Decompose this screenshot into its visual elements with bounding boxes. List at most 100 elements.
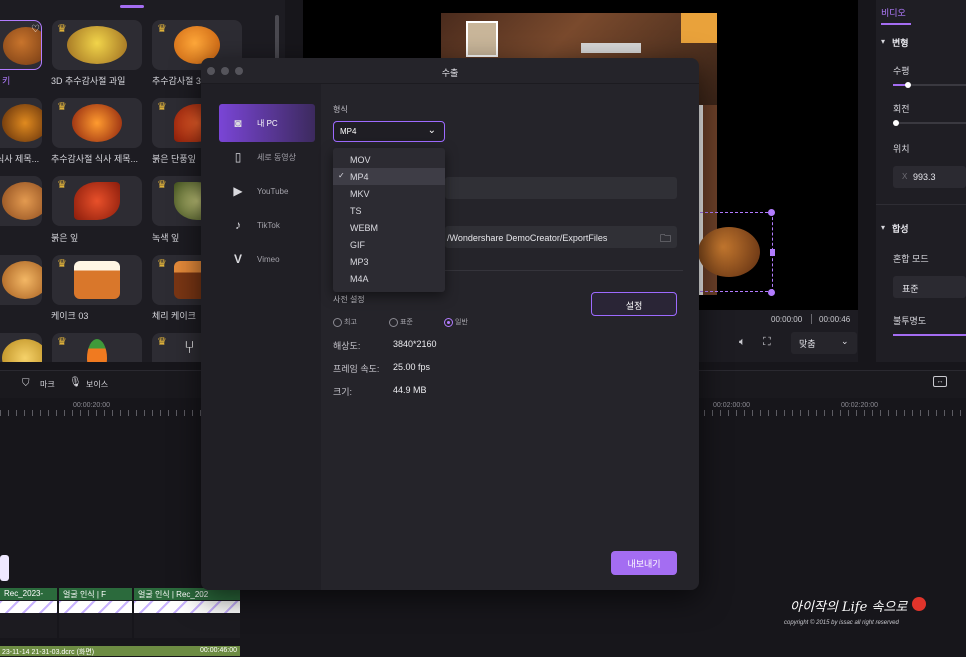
option-label: WEBM <box>350 223 378 233</box>
size-value: 44.9 MB <box>393 385 427 395</box>
resize-handle[interactable] <box>768 289 775 296</box>
mic-icon[interactable]: 🎙︎ <box>69 377 82 388</box>
destination-my-pc[interactable]: ◙ 내 PC <box>219 104 315 142</box>
asset-label: 식사 제목... <box>0 154 40 164</box>
tab-underline <box>881 23 911 25</box>
position-x-field[interactable]: X 993.3 <box>893 166 966 188</box>
format-select[interactable]: MP4 ⌄ <box>333 121 445 142</box>
asset-label: 체리 케이크 <box>152 311 196 321</box>
destination-youtube[interactable]: ▶ YouTube <box>219 172 315 210</box>
tick-label: 00:02:20:00 <box>841 402 878 409</box>
crown-icon: ♛ <box>57 179 67 191</box>
opacity-label: 불투명도 <box>893 316 927 326</box>
format-option-ts[interactable]: TS <box>333 202 445 219</box>
watermark-logo-icon <box>912 597 926 611</box>
radio-dot <box>389 317 398 327</box>
properties-panel: 비디오 ▾ 변형 수평 회전 위치 X 993.3 ▾ 합성 혼합 모드 표준 … <box>876 0 966 362</box>
clip[interactable]: Rec_2023- <box>0 588 57 638</box>
horizontal-slider[interactable] <box>893 82 966 88</box>
format-option-gif[interactable]: GIF <box>333 236 445 253</box>
position-label: 위치 <box>893 144 910 154</box>
video-track[interactable]: Rec_2023- 얼굴 인식 | F 얼굴 인식 | Rec_202 <box>0 588 240 640</box>
preset-standard-radio[interactable]: 표준 <box>389 317 413 327</box>
tab-video[interactable]: 비디오 <box>881 6 906 19</box>
resize-handle[interactable] <box>768 209 775 216</box>
option-label: MP4 <box>350 172 369 182</box>
clip[interactable]: 얼굴 인식 | F <box>59 588 132 638</box>
export-button[interactable]: 내보내기 <box>611 551 677 575</box>
check-icon: ✓ <box>338 171 345 180</box>
volume-icon[interactable]: 🔈︎ <box>739 336 746 349</box>
destination-label: 내 PC <box>257 118 278 128</box>
asset-thumb-bread[interactable] <box>0 255 42 305</box>
fork-icon: ⑂ <box>184 337 195 357</box>
asset-thumb-red-leaf[interactable]: ♛ <box>52 176 142 226</box>
asset-label: 붉은 단풍잎 <box>152 154 196 164</box>
fit-dropdown[interactable]: 맞춤 ⌄ <box>791 332 857 354</box>
clip-frames <box>59 601 132 613</box>
total-time: 00:00:46 <box>819 315 851 324</box>
radio-dot <box>444 317 453 327</box>
format-option-mkv[interactable]: MKV <box>333 185 445 202</box>
preset-normal-radio[interactable]: 일반 <box>444 317 468 327</box>
blend-mode-value: 표준 <box>902 284 919 294</box>
preset-best-radio[interactable]: 최고 <box>333 317 357 327</box>
dialog-titlebar: 수출 <box>201 58 699 84</box>
asset-thumb-turkey[interactable]: ♡ <box>0 20 42 70</box>
watermark-title: 아이작의 Life 속으로 <box>790 600 908 615</box>
asset-thumb-fruit[interactable]: ♛ <box>52 20 142 70</box>
asset-tab-indicator <box>120 5 144 8</box>
rotate-slider[interactable] <box>893 120 966 126</box>
asset-thumb-cake[interactable]: ♛ <box>52 255 142 305</box>
format-option-m4a[interactable]: M4A <box>333 270 445 287</box>
asset-thumb-corn[interactable] <box>0 333 42 362</box>
preset-label: 사전 설정 <box>333 295 365 304</box>
folder-icon[interactable]: 🗀 <box>660 230 671 249</box>
turkey-overlay[interactable] <box>692 209 775 296</box>
collapse-arrow-icon[interactable]: ▾ <box>881 223 885 232</box>
format-value: MP4 <box>340 127 357 136</box>
filename-field[interactable] <box>445 177 677 199</box>
section-transform[interactable]: 변형 <box>892 36 909 49</box>
chevron-down-icon: ⌄ <box>427 125 436 136</box>
crown-icon: ♛ <box>157 23 167 35</box>
destination-tiktok[interactable]: ♪ TikTok <box>219 206 315 244</box>
radio-label: 최고 <box>344 319 357 326</box>
voice-tool[interactable]: 보이스 <box>86 379 108 390</box>
format-option-mp4[interactable]: ✓ MP4 <box>333 168 445 185</box>
fit-timeline-icon[interactable]: ↔ <box>933 376 947 387</box>
phone-icon: ▯ <box>234 150 242 164</box>
dialog-title: 수출 <box>441 68 459 78</box>
resize-handle[interactable] <box>770 249 775 256</box>
section-composite[interactable]: 합성 <box>892 222 909 235</box>
frame-keyboard <box>581 43 641 53</box>
format-option-mp3[interactable]: MP3 <box>333 253 445 270</box>
clip[interactable]: 얼굴 인식 | Rec_202 <box>134 588 240 638</box>
clip-title: 얼굴 인식 | F <box>59 588 132 600</box>
asset-thumb-title[interactable] <box>0 98 42 148</box>
crown-icon: ♛ <box>57 101 67 113</box>
option-label: MOV <box>350 155 371 165</box>
destination-vimeo[interactable]: V Vimeo <box>219 240 315 278</box>
format-option-webm[interactable]: WEBM <box>333 219 445 236</box>
option-label: M4A <box>350 274 369 284</box>
fullscreen-icon[interactable]: ⛶ <box>763 336 771 349</box>
asset-thumb-thanksgiving-title[interactable]: ♛ <box>52 98 142 148</box>
collapse-arrow-icon[interactable]: ▾ <box>881 37 885 46</box>
track-duration: 00:00:46:00 <box>200 647 237 654</box>
heart-icon[interactable]: ♡ <box>31 24 40 35</box>
rotate-label: 회전 <box>893 104 910 114</box>
format-option-mov[interactable]: MOV <box>333 151 445 168</box>
asset-thumb-leg[interactable] <box>0 176 42 226</box>
asset-label: 녹색 잎 <box>152 233 180 243</box>
blend-mode-select[interactable]: 표준 <box>893 276 966 298</box>
mark-tool[interactable]: 마크 <box>40 379 55 390</box>
settings-button[interactable]: 설정 <box>591 292 677 316</box>
shield-icon[interactable]: ⛉ <box>22 378 30 389</box>
track-thumbnail[interactable] <box>0 555 9 581</box>
radio-label: 일반 <box>455 319 468 326</box>
opacity-slider[interactable] <box>893 334 966 336</box>
destination-label: Vimeo <box>257 254 280 264</box>
destination-vertical-video[interactable]: ▯ 세로 동영상 <box>219 138 315 176</box>
asset-thumb-carrot[interactable]: ♛ <box>52 333 142 362</box>
